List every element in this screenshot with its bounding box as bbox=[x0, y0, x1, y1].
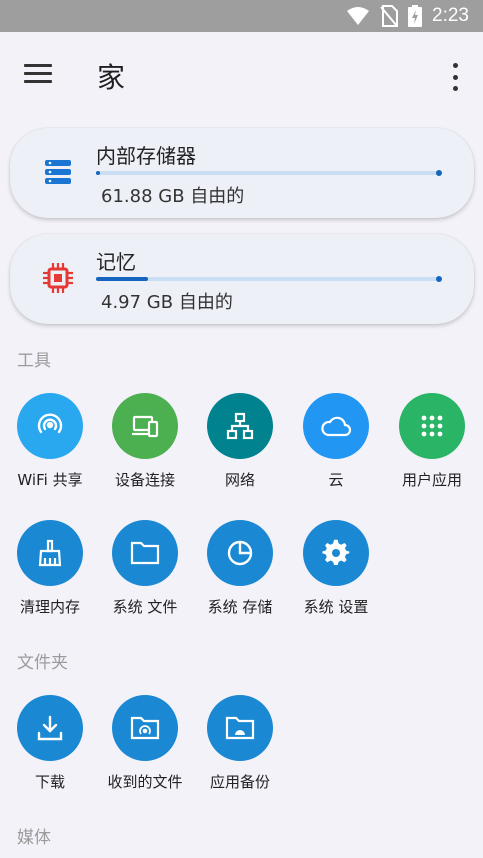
folder-icon[interactable] bbox=[112, 520, 178, 586]
tile-label: 下载 bbox=[34, 773, 65, 791]
tile-label: 网络 bbox=[224, 471, 255, 489]
pie-chart-tile[interactable]: 系统 存储 bbox=[192, 520, 288, 617]
app-backup-folder-tile[interactable]: 应用备份 bbox=[192, 695, 288, 792]
tile-label: WiFi 共享 bbox=[17, 471, 83, 489]
folder-tile[interactable]: 系统 文件 bbox=[97, 520, 193, 617]
wifi-signal-icon bbox=[347, 7, 370, 25]
tile-label: 云 bbox=[328, 471, 344, 489]
storage-progress-bar bbox=[96, 170, 442, 176]
status-bar: 2:23 bbox=[0, 0, 483, 32]
storage-icon bbox=[45, 160, 71, 184]
apps-grid-icon[interactable] bbox=[399, 393, 465, 459]
settings-icon[interactable] bbox=[303, 520, 369, 586]
download-tile[interactable]: 下载 bbox=[2, 695, 98, 792]
memory-chip-icon bbox=[43, 263, 73, 293]
device-connect-icon[interactable] bbox=[112, 393, 178, 459]
tile-label: 收到的文件 bbox=[107, 773, 183, 791]
section-media: 媒体 bbox=[17, 828, 51, 848]
received-folder-tile[interactable]: 收到的文件 bbox=[97, 695, 193, 792]
wifi-hotspot-icon[interactable] bbox=[17, 393, 83, 459]
tile-label: 系统 设置 bbox=[303, 598, 369, 616]
memory-card[interactable]: 记忆 4.97 GB 自由的 bbox=[10, 234, 474, 324]
broom-icon[interactable] bbox=[17, 520, 83, 586]
cloud-icon[interactable] bbox=[303, 393, 369, 459]
memory-free-text: 4.97 GB 自由的 bbox=[101, 292, 233, 313]
apps-grid-tile[interactable]: 用户应用 bbox=[384, 393, 480, 490]
tile-label: 设备连接 bbox=[114, 471, 175, 489]
cloud-tile[interactable]: 云 bbox=[288, 393, 384, 490]
tile-label: 应用备份 bbox=[209, 773, 270, 791]
section-tools: 工具 bbox=[17, 351, 51, 371]
status-time: 2:23 bbox=[432, 5, 469, 26]
app-bar: 家 bbox=[0, 32, 483, 120]
memory-progress-bar bbox=[96, 276, 442, 282]
tile-label: 系统 文件 bbox=[112, 598, 178, 616]
card-title: 记忆 bbox=[96, 250, 136, 274]
tile-label: 清理内存 bbox=[19, 598, 80, 616]
no-sim-icon bbox=[380, 5, 399, 27]
network-icon[interactable] bbox=[207, 393, 273, 459]
network-tile[interactable]: 网络 bbox=[192, 393, 288, 490]
app-backup-folder-icon[interactable] bbox=[207, 695, 273, 761]
more-options-icon[interactable] bbox=[445, 60, 465, 94]
settings-tile[interactable]: 系统 设置 bbox=[288, 520, 384, 617]
download-icon[interactable] bbox=[17, 695, 83, 761]
card-title: 内部存储器 bbox=[96, 144, 196, 168]
tile-label: 用户应用 bbox=[401, 471, 462, 489]
storage-free-text: 61.88 GB 自由的 bbox=[101, 186, 245, 207]
page-title: 家 bbox=[97, 61, 126, 94]
section-folders: 文件夹 bbox=[17, 653, 68, 673]
device-connect-tile[interactable]: 设备连接 bbox=[97, 393, 193, 490]
received-folder-icon[interactable] bbox=[112, 695, 178, 761]
pie-chart-icon[interactable] bbox=[207, 520, 273, 586]
broom-tile[interactable]: 清理内存 bbox=[2, 520, 98, 617]
internal-storage-card[interactable]: 内部存储器 61.88 GB 自由的 bbox=[10, 128, 474, 218]
tile-label: 系统 存储 bbox=[207, 598, 273, 616]
battery-charging-icon bbox=[408, 5, 423, 27]
menu-icon[interactable] bbox=[20, 60, 56, 92]
wifi-hotspot-tile[interactable]: WiFi 共享 bbox=[2, 393, 98, 490]
